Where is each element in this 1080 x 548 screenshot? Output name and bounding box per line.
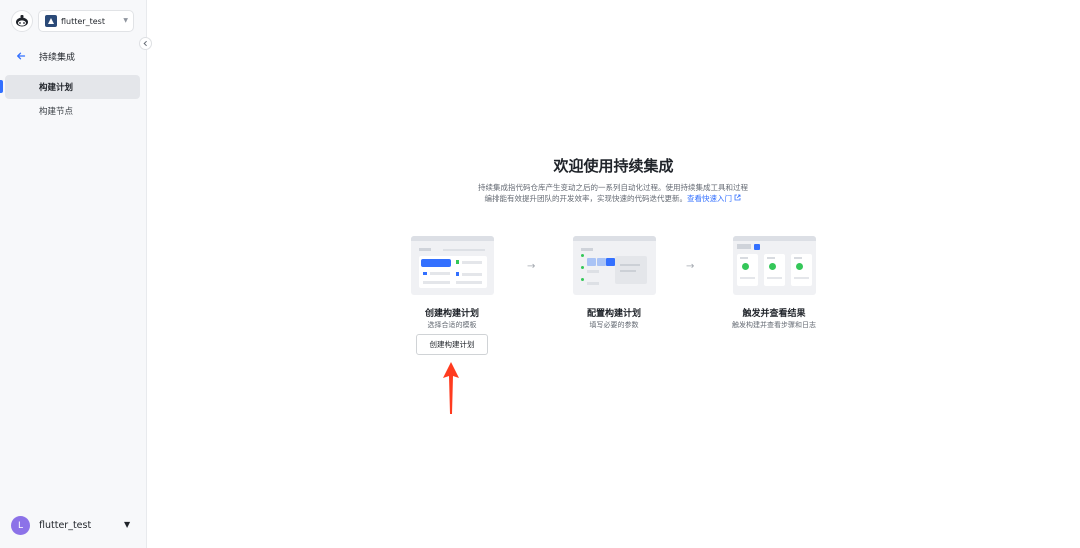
create-build-plan-button[interactable]: 创建构建计划 xyxy=(416,334,488,355)
sidebar: flutter_test ▼ 持续集成 构建计划 构建节点 L flutter_… xyxy=(0,0,147,548)
step1-title: 创建构建计划 xyxy=(424,309,479,319)
sidebar-item-label: 构建计划 xyxy=(39,83,74,93)
step2-illustration xyxy=(573,236,656,295)
project-selector[interactable]: flutter_test ▼ xyxy=(38,10,134,32)
sidebar-item-label: 构建节点 xyxy=(39,107,74,117)
sidebar-item-build-plans[interactable]: 构建计划 xyxy=(5,75,140,99)
page-title: 欢迎使用持续集成 xyxy=(553,157,674,175)
sidebar-item-build-nodes[interactable]: 构建节点 xyxy=(5,99,140,123)
quick-start-link[interactable]: 查看快速入门 xyxy=(687,194,741,203)
collapse-sidebar-button[interactable] xyxy=(139,37,152,50)
section-title: 持续集成 xyxy=(39,52,76,63)
step3-subtitle: 触发构建并查看步骤和日志 xyxy=(732,321,816,329)
arrow-right-icon: → xyxy=(527,261,536,272)
arrow-right-icon: → xyxy=(686,261,695,272)
step2-subtitle: 填写必要的参数 xyxy=(589,321,639,329)
annotation-arrow-icon xyxy=(443,362,459,414)
caret-down-icon[interactable]: ▼ xyxy=(124,520,130,529)
arrow-left-icon[interactable] xyxy=(12,47,30,65)
chevron-down-icon: ▼ xyxy=(123,17,128,24)
external-link-icon xyxy=(735,194,741,201)
active-indicator xyxy=(0,80,3,93)
project-name: flutter_test xyxy=(61,16,105,26)
project-icon xyxy=(45,15,57,27)
user-name: flutter_test xyxy=(39,520,92,531)
step3-title: 触发并查看结果 xyxy=(742,309,806,319)
app-logo-icon[interactable] xyxy=(11,10,33,32)
step2-title: 配置构建计划 xyxy=(586,309,641,319)
page-description: 持续集成指代码仓库产生变动之后的一系列自动化过程。使用持续集成工具和过程 编排能… xyxy=(478,183,748,203)
back-nav[interactable]: 持续集成 xyxy=(12,47,75,65)
step1-subtitle: 选择合适的模板 xyxy=(427,321,477,329)
user-menu[interactable]: L flutter_test xyxy=(11,516,91,535)
avatar: L xyxy=(11,516,30,535)
step1-illustration xyxy=(411,236,494,295)
chevron-left-icon xyxy=(143,40,147,47)
step3-illustration xyxy=(733,236,816,295)
